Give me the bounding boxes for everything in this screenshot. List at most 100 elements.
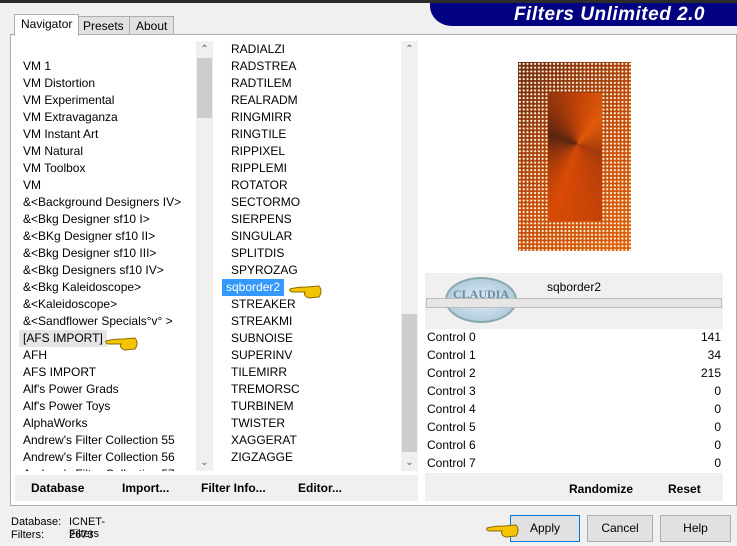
list-item[interactable]: SUPERINV	[218, 347, 401, 364]
list-item[interactable]: AlphaWorks	[15, 415, 196, 432]
status-filters: Filters: 2673	[11, 529, 93, 541]
filter-scrollbar[interactable]: ⌃ ⌄	[401, 41, 418, 471]
control-slider-row[interactable]: Control 7 0	[425, 455, 723, 472]
database-button[interactable]: Database	[31, 481, 84, 495]
list-item[interactable]: VM Distortion	[15, 75, 196, 92]
tab-presets[interactable]: Presets	[76, 16, 131, 35]
tab-about[interactable]: About	[129, 16, 175, 35]
control-slider-row[interactable]: Control 6 0	[425, 437, 723, 454]
control-label: Control 1	[427, 348, 476, 362]
list-item[interactable]: RADSTREA	[218, 58, 401, 75]
scroll-thumb[interactable]	[197, 58, 212, 118]
category-scrollbar[interactable]: ⌃ ⌄	[196, 41, 213, 471]
list-item[interactable]: RADTILEM	[218, 75, 401, 92]
list-item[interactable]: &<Sandflower Specials°v° >	[15, 313, 196, 330]
list-item[interactable]: &<Bkg Designers sf10 IV>	[15, 262, 196, 279]
list-item[interactable]: &<Bkg Designer sf10 I>	[15, 211, 196, 228]
list-item[interactable]: VM Experimental	[15, 92, 196, 109]
list-item[interactable]: TWISTER	[218, 415, 401, 432]
list-item[interactable]: [AFS IMPORT]	[19, 330, 107, 347]
control-value: 34	[707, 348, 721, 362]
editor-button[interactable]: Editor...	[298, 481, 342, 495]
control-label: Control 7	[427, 456, 476, 470]
list-item[interactable]: &<Bkg Kaleidoscope>	[15, 279, 196, 296]
list-item[interactable]: VM Toolbox	[15, 160, 196, 177]
import-button[interactable]: Import...	[122, 481, 169, 495]
list-item[interactable]: TILEMIRR	[218, 364, 401, 381]
list-button-bar: Database Import... Filter Info... Editor…	[15, 475, 418, 501]
pointing-hand-icon	[289, 285, 322, 299]
filter-preview	[425, 36, 723, 272]
list-item[interactable]: SPYROZAG	[218, 262, 401, 279]
randomize-button[interactable]: Randomize	[569, 482, 633, 496]
apply-button[interactable]: Apply	[510, 515, 580, 542]
list-item[interactable]: SIERPENS	[218, 211, 401, 228]
list-item[interactable]: STREAKMI	[218, 313, 401, 330]
list-item[interactable]: VM Natural	[15, 143, 196, 160]
reset-button[interactable]: Reset	[668, 482, 701, 496]
app-title-banner: Filters Unlimited 2.0	[430, 3, 737, 26]
scroll-down-icon[interactable]: ⌄	[196, 454, 213, 471]
list-item[interactable]: Alf's Power Grads	[15, 381, 196, 398]
list-item[interactable]: VM 1	[15, 58, 196, 75]
control-slider-row[interactable]: Control 0 141	[425, 329, 723, 346]
list-item[interactable]: sqborder2	[222, 279, 285, 296]
control-value: 0	[714, 384, 721, 398]
cancel-button[interactable]: Cancel	[587, 515, 653, 542]
list-item[interactable]: VM Instant Art	[15, 126, 196, 143]
filter-list[interactable]: RADIALZI RADSTREA RADTILEM REALRADM RINGMIRR…	[218, 41, 401, 471]
list-item[interactable]: RINGTILE	[218, 126, 401, 143]
list-item[interactable]: Alf's Power Toys	[15, 398, 196, 415]
control-slider-row[interactable]: Control 1 34	[425, 347, 723, 364]
list-item[interactable]: TURBINEM	[218, 398, 401, 415]
control-value: 141	[700, 330, 721, 344]
list-item[interactable]: &<Kaleidoscope>	[15, 296, 196, 313]
list-item[interactable]: VM	[15, 177, 196, 194]
pointing-hand-icon	[105, 337, 138, 351]
pointing-hand-icon	[486, 524, 519, 538]
list-item[interactable]: Andrew's Filter Collection 57	[15, 466, 196, 471]
list-item[interactable]: SPLITDIS	[218, 245, 401, 262]
control-label: Control 6	[427, 438, 476, 452]
tab-navigator[interactable]: Navigator	[14, 14, 80, 36]
list-item[interactable]	[15, 41, 196, 58]
list-item[interactable]: RINGMIRR	[218, 109, 401, 126]
control-slider-row[interactable]: Control 4 0	[425, 401, 723, 418]
list-item[interactable]: XAGGERAT	[218, 432, 401, 449]
control-label: Control 0	[427, 330, 476, 344]
scroll-up-icon[interactable]: ⌃	[401, 41, 418, 58]
list-item[interactable]: REALRADM	[218, 92, 401, 109]
control-value: 0	[714, 438, 721, 452]
filter-info-button[interactable]: Filter Info...	[201, 481, 266, 495]
list-item[interactable]: RIPPLEMI	[218, 160, 401, 177]
list-item[interactable]: AFS IMPORT	[15, 364, 196, 381]
control-value: 0	[714, 402, 721, 416]
list-item[interactable]: RADIALZI	[218, 41, 401, 58]
scroll-up-icon[interactable]: ⌃	[196, 41, 213, 58]
list-item[interactable]: RIPPIXEL	[218, 143, 401, 160]
list-item[interactable]: SUBNOISE	[218, 330, 401, 347]
scroll-thumb[interactable]	[402, 314, 417, 452]
control-label: Control 4	[427, 402, 476, 416]
control-slider-row[interactable]: Control 5 0	[425, 419, 723, 436]
list-item[interactable]: SECTORMO	[218, 194, 401, 211]
list-item[interactable]: &<BKg Designer sf10 II>	[15, 228, 196, 245]
list-item[interactable]: Andrew's Filter Collection 56	[15, 449, 196, 466]
control-slider-row[interactable]: Control 2 215	[425, 365, 723, 382]
list-item[interactable]: SINGULAR	[218, 228, 401, 245]
scroll-down-icon[interactable]: ⌄	[401, 454, 418, 471]
filter-name: sqborder2	[546, 280, 602, 294]
list-item[interactable]: &<Background Designers IV>	[15, 194, 196, 211]
control-slider-row[interactable]: Control 3 0	[425, 383, 723, 400]
list-item[interactable]: ZIGZAGGE	[218, 449, 401, 466]
progress-track	[426, 298, 722, 308]
list-item[interactable]: Andrew's Filter Collection 55	[15, 432, 196, 449]
list-item[interactable]: TREMORSC	[218, 381, 401, 398]
list-item[interactable]: ROTATOR	[218, 177, 401, 194]
control-button-bar: Randomize Reset	[425, 473, 723, 501]
category-list[interactable]: VM 1 VM Distortion VM Experimental VM Extra…	[15, 41, 196, 471]
help-button[interactable]: Help	[660, 515, 731, 542]
list-item[interactable]: &<Bkg Designer sf10 III>	[15, 245, 196, 262]
status-label: Filters:	[11, 529, 44, 541]
list-item[interactable]: VM Extravaganza	[15, 109, 196, 126]
